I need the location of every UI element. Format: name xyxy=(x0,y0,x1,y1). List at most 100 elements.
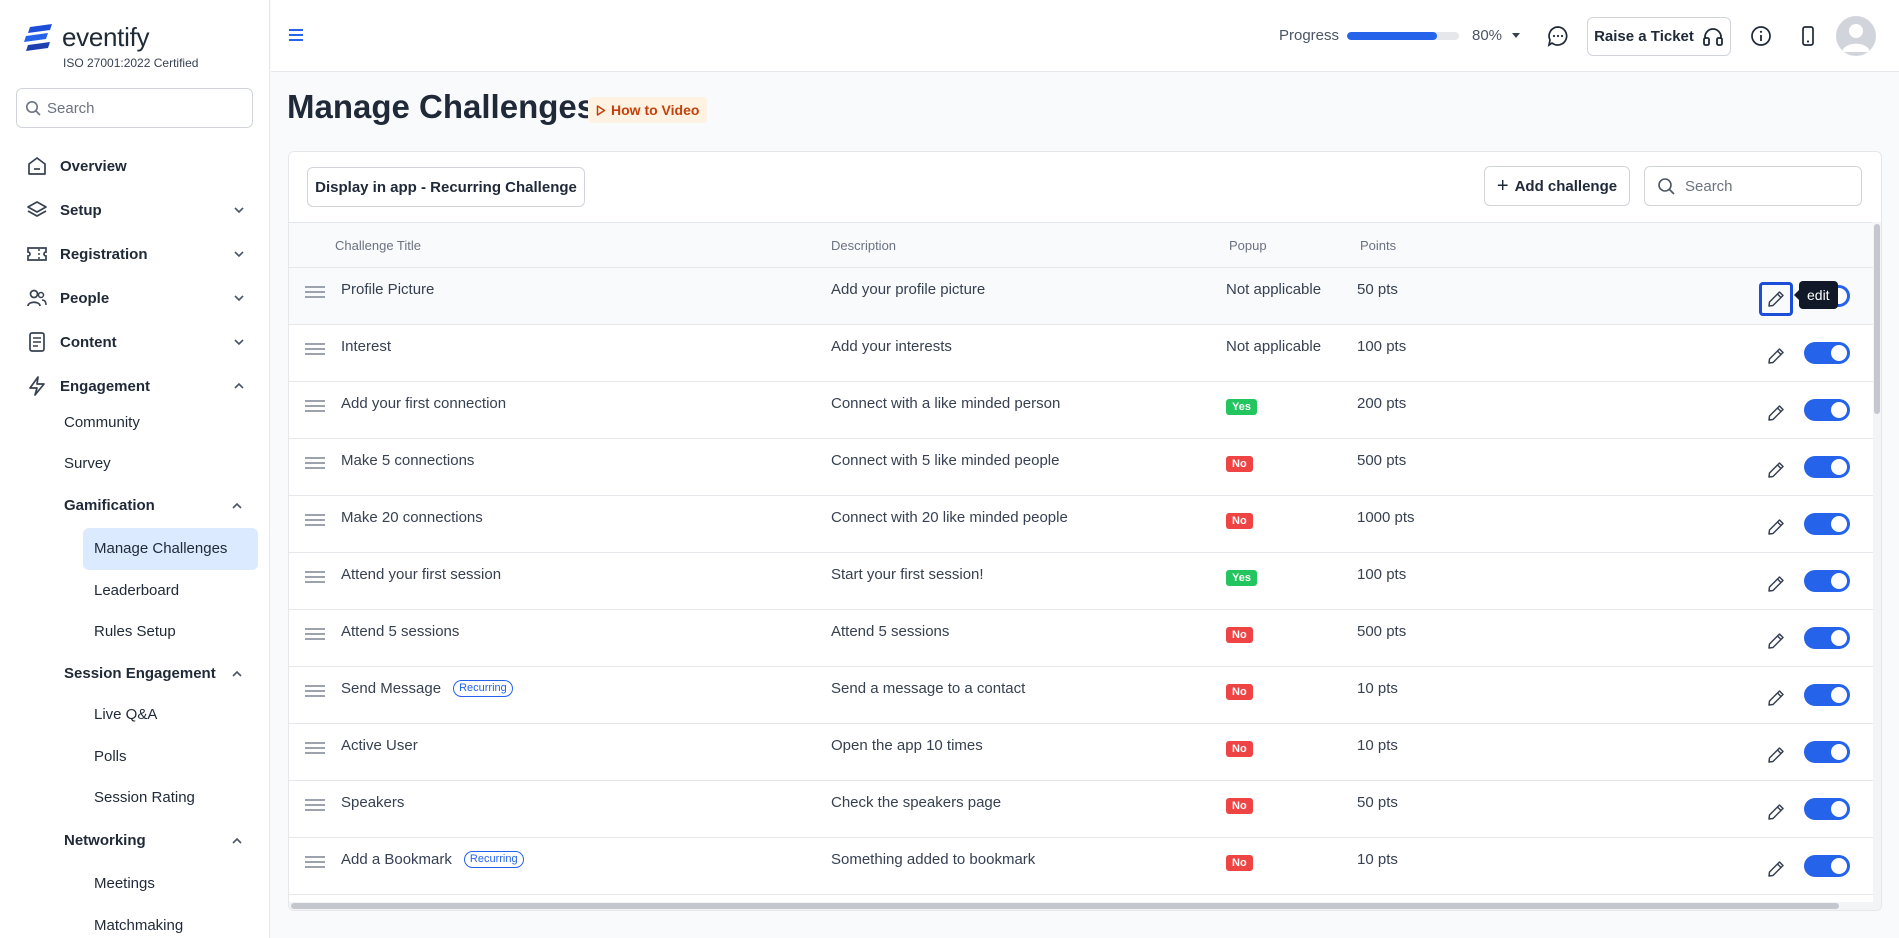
toggle-knob xyxy=(1831,516,1847,532)
vertical-scrollbar-thumb[interactable] xyxy=(1874,224,1880,414)
edit-challenge-button[interactable] xyxy=(1759,852,1793,886)
toggle-knob xyxy=(1831,744,1847,760)
table-row: Speakers Check the speakers page No 50 pts xyxy=(289,781,1875,838)
edit-challenge-button[interactable] xyxy=(1759,681,1793,715)
add-challenge-button[interactable]: + Add challenge xyxy=(1484,166,1630,206)
sidebar-item-survey[interactable]: Survey xyxy=(64,455,111,472)
sidebar-item-label: Gamification xyxy=(64,497,155,514)
horizontal-scrollbar[interactable] xyxy=(289,902,1873,910)
sidebar-item-session-rating[interactable]: Session Rating xyxy=(94,789,195,806)
raise-ticket-button[interactable]: Raise a Ticket xyxy=(1587,17,1731,56)
column-header-description[interactable]: Description xyxy=(831,238,896,253)
table-search-input[interactable] xyxy=(1685,177,1845,195)
sidebar-item-overview[interactable]: Overview xyxy=(26,151,246,181)
chevron-up-icon xyxy=(232,670,242,677)
drag-handle-icon[interactable] xyxy=(305,799,325,814)
popup-cell: Not applicable xyxy=(1226,281,1321,298)
edit-challenge-button[interactable] xyxy=(1759,510,1793,544)
challenge-enabled-toggle[interactable] xyxy=(1804,798,1850,820)
user-avatar[interactable] xyxy=(1836,16,1876,56)
chevron-down-icon xyxy=(234,295,244,302)
challenge-title: Speakers xyxy=(341,794,405,811)
challenge-enabled-toggle[interactable] xyxy=(1804,456,1850,478)
edit-challenge-button[interactable] xyxy=(1759,624,1793,658)
popup-cell: No xyxy=(1226,680,1253,700)
drag-handle-icon[interactable] xyxy=(305,856,325,871)
popup-cell: Not applicable xyxy=(1226,338,1321,355)
sidebar-item-rules-setup[interactable]: Rules Setup xyxy=(94,623,176,640)
challenge-enabled-toggle[interactable] xyxy=(1804,342,1850,364)
sidebar-item-matchmaking[interactable]: Matchmaking xyxy=(94,917,183,934)
edit-challenge-button[interactable] xyxy=(1759,282,1793,316)
popup-badge: No xyxy=(1226,627,1253,643)
sidebar-item-meetings[interactable]: Meetings xyxy=(94,875,155,892)
challenge-enabled-toggle[interactable] xyxy=(1804,513,1850,535)
challenge-enabled-toggle[interactable] xyxy=(1804,570,1850,592)
column-header-title[interactable]: Challenge Title xyxy=(335,238,421,253)
drag-handle-icon[interactable] xyxy=(305,742,325,757)
edit-challenge-button[interactable] xyxy=(1759,396,1793,430)
sidebar-item-manage-challenges[interactable]: Manage Challenges xyxy=(94,540,227,557)
popup-badge: Yes xyxy=(1226,399,1257,415)
column-header-popup[interactable]: Popup xyxy=(1229,238,1267,253)
how-to-video-link[interactable]: How to Video xyxy=(588,97,708,123)
challenges-card: Display in app - Recurring Challenge + A… xyxy=(288,151,1882,911)
sidebar-item-live-qa[interactable]: Live Q&A xyxy=(94,706,157,723)
challenge-enabled-toggle[interactable] xyxy=(1804,855,1850,877)
chat-button[interactable] xyxy=(1547,25,1569,47)
drag-handle-icon[interactable] xyxy=(305,457,325,472)
popup-cell: No xyxy=(1226,794,1253,814)
progress-dropdown[interactable] xyxy=(1511,32,1521,40)
challenge-enabled-toggle[interactable] xyxy=(1804,741,1850,763)
pencil-icon xyxy=(1768,348,1784,364)
drag-handle-icon[interactable] xyxy=(305,400,325,415)
info-button[interactable] xyxy=(1750,25,1772,47)
top-header: Progress 80% Raise a Ticket xyxy=(271,0,1899,72)
popup-cell: No xyxy=(1226,851,1253,871)
drag-handle-icon[interactable] xyxy=(305,286,325,301)
sidebar-item-polls[interactable]: Polls xyxy=(94,748,127,765)
challenge-enabled-toggle[interactable] xyxy=(1804,684,1850,706)
challenge-enabled-toggle[interactable] xyxy=(1804,399,1850,421)
edit-challenge-button[interactable] xyxy=(1759,453,1793,487)
edit-challenge-button[interactable] xyxy=(1759,738,1793,772)
sidebar-item-registration[interactable]: Registration xyxy=(26,239,246,269)
drag-handle-icon[interactable] xyxy=(305,685,325,700)
chevron-up-icon xyxy=(232,837,242,844)
edit-challenge-button[interactable] xyxy=(1759,795,1793,829)
challenge-description: Start your first session! xyxy=(831,566,984,583)
sidebar-item-setup[interactable]: Setup xyxy=(26,195,246,225)
sidebar-item-engagement[interactable]: Engagement xyxy=(26,371,246,401)
edit-challenge-button[interactable] xyxy=(1759,567,1793,601)
column-header-points[interactable]: Points xyxy=(1360,238,1396,253)
mobile-preview-button[interactable] xyxy=(1797,25,1819,47)
drag-handle-icon[interactable] xyxy=(305,343,325,358)
sidebar-item-community[interactable]: Community xyxy=(64,414,140,431)
drag-handle-icon[interactable] xyxy=(305,514,325,529)
edit-challenge-button[interactable] xyxy=(1759,339,1793,373)
drag-handle-icon[interactable] xyxy=(305,571,325,586)
sidebar-item-content[interactable]: Content xyxy=(26,327,246,357)
vertical-scrollbar[interactable] xyxy=(1873,222,1881,910)
sidebar-item-gamification[interactable]: Gamification xyxy=(64,497,244,514)
drag-handle-icon[interactable] xyxy=(305,628,325,643)
table-search[interactable] xyxy=(1644,166,1862,206)
display-recurring-button[interactable]: Display in app - Recurring Challenge xyxy=(307,167,585,207)
sidebar-search[interactable] xyxy=(16,88,253,128)
pencil-icon xyxy=(1768,804,1784,820)
toggle-knob xyxy=(1831,459,1847,475)
sidebar-item-leaderboard[interactable]: Leaderboard xyxy=(94,582,179,599)
horizontal-scrollbar-thumb[interactable] xyxy=(291,903,1839,909)
toggle-knob xyxy=(1831,630,1847,646)
sidebar-item-session-engagement[interactable]: Session Engagement xyxy=(64,665,244,682)
sidebar-item-people[interactable]: People xyxy=(26,283,246,313)
sidebar-search-input[interactable] xyxy=(47,99,237,117)
challenge-enabled-toggle[interactable] xyxy=(1804,627,1850,649)
sidebar: eventify ISO 27001:2022 Certified Overvi… xyxy=(0,0,270,938)
sidebar-item-networking[interactable]: Networking xyxy=(64,832,244,849)
brand-logo[interactable]: eventify xyxy=(24,22,150,53)
chevron-down-icon xyxy=(234,207,244,214)
popup-cell: Yes xyxy=(1226,566,1257,586)
raise-ticket-label: Raise a Ticket xyxy=(1594,28,1694,45)
menu-toggle-button[interactable] xyxy=(287,26,305,44)
